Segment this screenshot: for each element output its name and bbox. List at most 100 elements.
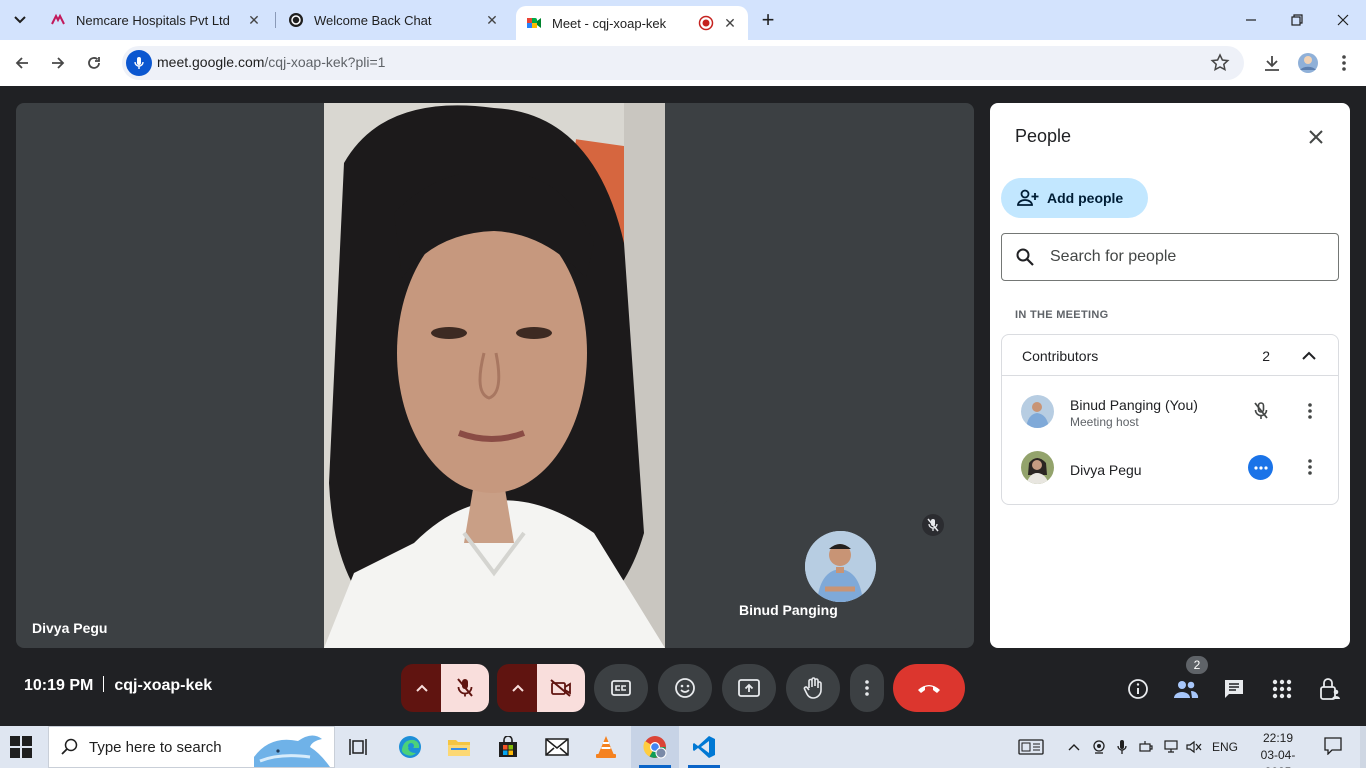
- video-settings-button[interactable]: [497, 664, 539, 712]
- chat-button[interactable]: [1221, 676, 1247, 702]
- captions-button[interactable]: [594, 664, 648, 712]
- windows-logo-icon: [10, 736, 32, 758]
- people-button[interactable]: [1173, 676, 1199, 702]
- avatar: [1021, 451, 1054, 484]
- contributors-group-header[interactable]: Contributors 2: [1002, 335, 1338, 376]
- downloads-button[interactable]: [1260, 51, 1284, 75]
- participant-more-options-button[interactable]: [1298, 399, 1322, 423]
- avatar-photo-image: [1021, 395, 1054, 428]
- url-path: /cqj-xoap-kek?pli=1: [264, 54, 386, 70]
- chevron-up-icon[interactable]: [1298, 344, 1320, 366]
- back-button[interactable]: [8, 49, 36, 77]
- group-count: 2: [1262, 348, 1270, 364]
- tab-close-icon[interactable]: ✕: [722, 15, 738, 31]
- self-avatar: [805, 531, 876, 602]
- close-window-button[interactable]: [1320, 0, 1366, 40]
- participant-name: Divya Pegu: [1070, 462, 1142, 478]
- microphone-toggle-button[interactable]: [441, 664, 489, 712]
- tab-title: Meet - cqj-xoap-kek: [552, 15, 667, 31]
- meeting-details-button[interactable]: [1125, 676, 1151, 702]
- camera-in-use-indicator[interactable]: [1092, 738, 1106, 756]
- url-host: meet.google.com: [157, 54, 265, 70]
- avatar-photo-image: [1021, 451, 1054, 484]
- people-search-input[interactable]: [1050, 248, 1310, 266]
- mic-off-icon: [457, 678, 473, 697]
- reload-button[interactable]: [80, 49, 108, 77]
- task-view-button[interactable]: [336, 726, 384, 768]
- microphone-in-use-indicator[interactable]: [1116, 738, 1128, 756]
- taskbar-microsoft-store[interactable]: [484, 726, 532, 768]
- more-options-icon[interactable]: [1248, 455, 1273, 480]
- participant-more-options-button[interactable]: [1298, 455, 1322, 479]
- tab-welcome-back-chat[interactable]: Welcome Back Chat ✕: [278, 0, 510, 40]
- search-icon: [1016, 248, 1034, 266]
- self-view-tile[interactable]: Binud Panging: [723, 500, 958, 632]
- notification-center-button[interactable]: [1324, 737, 1342, 755]
- show-hidden-icons-button[interactable]: [1068, 738, 1080, 756]
- tab-separator: [275, 12, 276, 28]
- reactions-button[interactable]: [658, 664, 712, 712]
- taskbar-chrome[interactable]: [631, 726, 679, 768]
- input-language[interactable]: ENG: [1212, 738, 1238, 756]
- chrome-menu-button[interactable]: [1332, 51, 1356, 75]
- taskbar-mail[interactable]: [533, 726, 581, 768]
- participant-name-label: Divya Pegu: [32, 620, 108, 636]
- host-controls-button[interactable]: [1317, 676, 1343, 702]
- taskbar-clock[interactable]: 22:19 03-04-2025: [1253, 730, 1303, 768]
- address-bar[interactable]: meet.google.com/cqj-xoap-kek?pli=1: [122, 46, 1244, 80]
- new-tab-button[interactable]: +: [756, 7, 780, 32]
- search-icon: [61, 738, 78, 755]
- add-people-button[interactable]: Add people: [1001, 178, 1148, 218]
- microphone-icon: [1117, 740, 1127, 754]
- present-screen-button[interactable]: [722, 664, 776, 712]
- participant-name: Binud Panging (You): [1070, 397, 1198, 413]
- camera-toggle-button[interactable]: [537, 664, 585, 712]
- show-desktop-button[interactable]: [1360, 726, 1366, 768]
- battery-status[interactable]: [1139, 738, 1155, 756]
- taskbar-time: 22:19: [1262, 731, 1294, 745]
- raise-hand-button[interactable]: [786, 664, 840, 712]
- people-search-box[interactable]: [1001, 233, 1339, 281]
- present-screen-icon: [738, 679, 760, 697]
- tab-search-button[interactable]: [6, 6, 34, 34]
- panel-title: People: [1015, 126, 1072, 146]
- restore-button[interactable]: [1274, 0, 1320, 40]
- volume-control[interactable]: [1186, 738, 1202, 756]
- kebab-menu-icon: [1308, 403, 1312, 419]
- taskbar-vscode[interactable]: [680, 726, 728, 768]
- audio-settings-button[interactable]: [401, 664, 443, 712]
- taskbar-file-explorer[interactable]: [435, 726, 483, 768]
- leave-call-button[interactable]: [893, 664, 965, 712]
- chevron-up-icon: [1068, 744, 1080, 751]
- avatar: [1021, 395, 1054, 428]
- taskbar-search-box[interactable]: Type here to search: [48, 726, 335, 768]
- site-mic-indicator[interactable]: [126, 50, 152, 76]
- hand-icon: [803, 677, 822, 699]
- action-center-notifications[interactable]: [1018, 738, 1044, 756]
- tab-title: Nemcare Hospitals Pvt Ltd: [76, 12, 230, 28]
- close-panel-button[interactable]: [1304, 125, 1328, 149]
- taskbar-vlc[interactable]: [582, 726, 630, 768]
- in-meeting-section-label: IN THE MEETING: [1015, 309, 1109, 321]
- tab-close-icon[interactable]: ✕: [246, 12, 262, 28]
- forward-button[interactable]: [44, 49, 72, 77]
- close-icon: [1309, 130, 1323, 144]
- minimize-button[interactable]: [1228, 0, 1274, 40]
- windows-taskbar: Type here to search ENG 22:19 03-04-: [0, 726, 1366, 768]
- start-button[interactable]: [10, 736, 32, 758]
- keyboard-layout-icon: [1018, 739, 1044, 755]
- taskbar-edge[interactable]: [386, 726, 434, 768]
- emoji-icon: [675, 678, 695, 698]
- participant-row: Binud Panging (You) Meeting host: [1002, 383, 1338, 439]
- activities-button[interactable]: [1269, 676, 1295, 702]
- network-status[interactable]: [1162, 738, 1180, 756]
- bookmark-star-icon[interactable]: [1210, 53, 1230, 73]
- tab-close-icon[interactable]: ✕: [484, 12, 500, 28]
- more-options-button[interactable]: [850, 664, 884, 712]
- profile-button[interactable]: [1296, 51, 1320, 75]
- tab-nemcare[interactable]: Nemcare Hospitals Pvt Ltd ✕: [40, 0, 272, 40]
- tab-meet[interactable]: Meet - cqj-xoap-kek ✕: [516, 6, 748, 40]
- mic-off-icon: [927, 518, 939, 532]
- chevron-up-icon: [512, 684, 524, 692]
- taskbar-search-placeholder: Type here to search: [89, 738, 222, 756]
